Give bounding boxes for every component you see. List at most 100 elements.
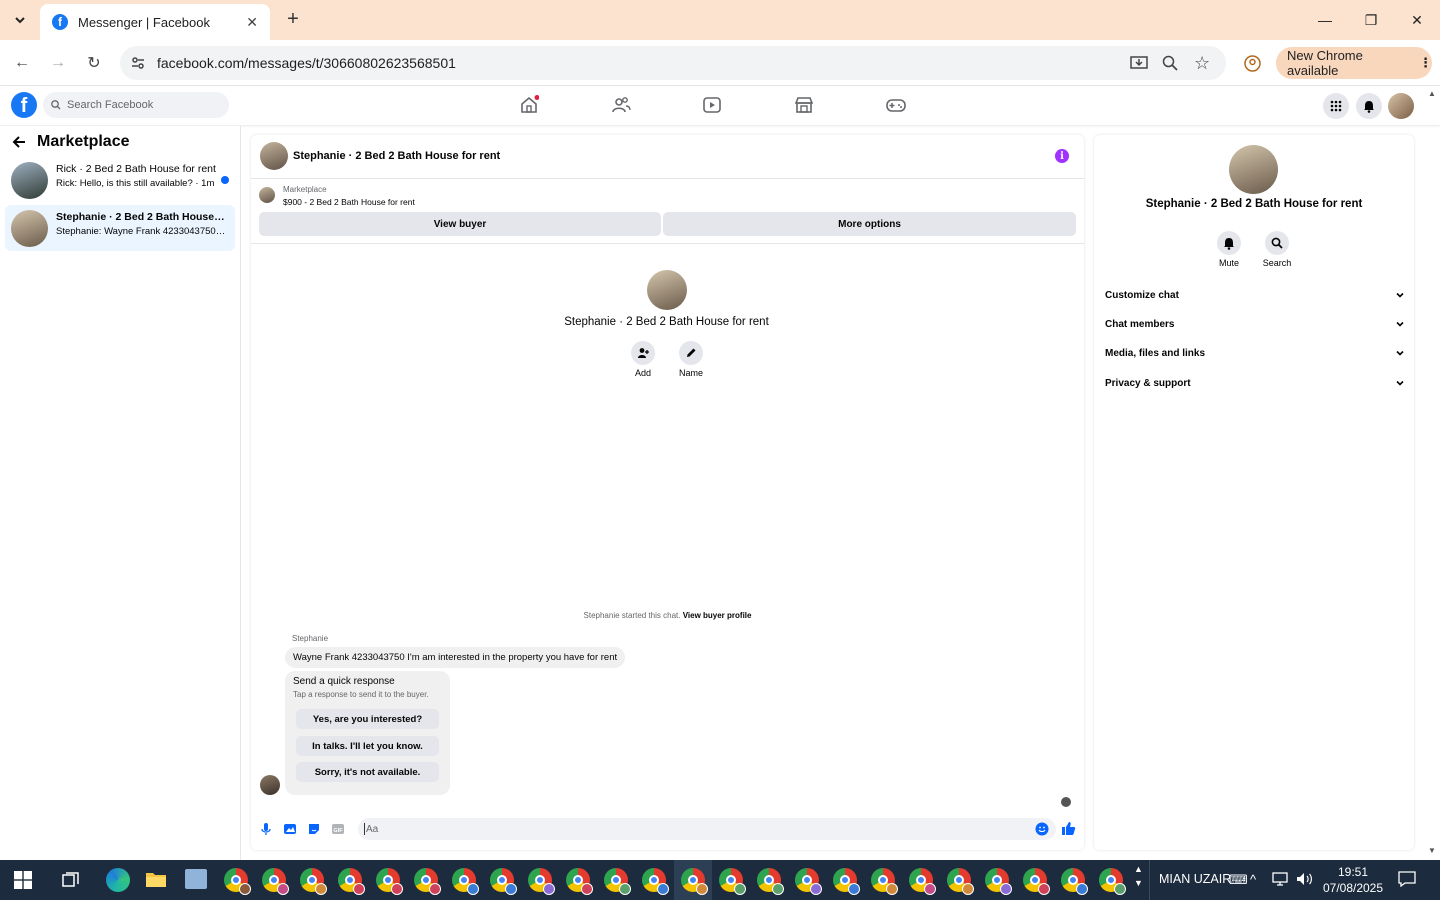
conversation-item-rick[interactable]: Rick · 2 Bed 2 Bath House for rent Rick:…: [5, 157, 235, 203]
chrome-taskbar-icon[interactable]: [224, 868, 251, 895]
quick-response-button[interactable]: Yes, are you interested?: [296, 709, 439, 729]
scroll-up-arrow-icon[interactable]: ▲: [1428, 89, 1436, 98]
seen-indicator-avatar: [1061, 797, 1071, 807]
new-chrome-available-button[interactable]: New Chrome available ⋮: [1276, 47, 1432, 79]
keyboard-layout-icon[interactable]: ⌨: [1229, 872, 1248, 888]
reload-icon[interactable]: ↻: [82, 51, 106, 75]
chrome-taskbar-icon[interactable]: [1023, 868, 1050, 895]
chrome-taskbar-icon[interactable]: [909, 868, 936, 895]
photo-icon[interactable]: [283, 822, 297, 836]
mute-bell-icon[interactable]: [1217, 231, 1241, 255]
conversation-avatar: [11, 210, 48, 247]
chrome-taskbar-icon[interactable]: [566, 868, 593, 895]
restore-icon[interactable]: ❐: [1358, 8, 1384, 32]
chrome-taskbar-icon[interactable]: [947, 868, 974, 895]
notifications-bell-icon[interactable]: [1356, 93, 1382, 119]
friends-icon[interactable]: [611, 95, 631, 115]
chat-header-title[interactable]: Stephanie · 2 Bed 2 Bath House for rent: [293, 150, 500, 162]
chrome-taskbar-icon[interactable]: [871, 868, 898, 895]
facebook-search-input[interactable]: Search Facebook: [43, 92, 229, 118]
chrome-taskbar-icon[interactable]: [833, 868, 860, 895]
chrome-taskbar-icon[interactable]: [681, 868, 708, 895]
tab-search-button[interactable]: [8, 8, 32, 32]
emoji-icon[interactable]: [1035, 822, 1049, 836]
video-icon[interactable]: [702, 95, 722, 115]
chat-info-panel: [1094, 135, 1414, 850]
chrome-taskbar-icon[interactable]: [262, 868, 289, 895]
chrome-taskbar-icon[interactable]: [528, 868, 555, 895]
windows-start-icon[interactable]: [14, 871, 32, 889]
menu-grid-icon[interactable]: [1323, 93, 1349, 119]
customize-chat-section[interactable]: Customize chat: [1105, 285, 1405, 305]
volume-icon[interactable]: [1296, 872, 1314, 886]
message-bubble[interactable]: Wayne Frank 4233043750 I'm am interested…: [285, 647, 626, 668]
chrome-taskbar-icon[interactable]: [490, 868, 517, 895]
marketplace-icon[interactable]: [794, 95, 814, 115]
chrome-menu-icon[interactable]: ⋮: [1419, 55, 1432, 71]
chrome-taskbar-icon[interactable]: [1099, 868, 1126, 895]
file-explorer-icon[interactable]: [145, 870, 167, 888]
scroll-down-arrow-icon[interactable]: ▼: [1428, 846, 1436, 855]
chrome-taskbar-icon[interactable]: [795, 868, 822, 895]
search-in-chat-icon[interactable]: [1265, 231, 1289, 255]
gif-icon[interactable]: GIF: [331, 822, 345, 836]
account-avatar[interactable]: [1388, 93, 1414, 119]
back-arrow-icon[interactable]: [12, 135, 26, 149]
show-hidden-icons-icon[interactable]: ^: [1250, 872, 1256, 887]
new-tab-button[interactable]: +: [282, 8, 304, 30]
taskbar-clock[interactable]: 19:51 07/08/2025: [1322, 864, 1384, 896]
chrome-taskbar-icon[interactable]: [338, 868, 365, 895]
install-app-icon[interactable]: [1130, 55, 1148, 71]
quick-response-button[interactable]: Sorry, it's not available.: [296, 762, 439, 782]
conversation-item-stephanie[interactable]: Stephanie · 2 Bed 2 Bath House for rent …: [5, 205, 235, 251]
address-bar[interactable]: facebook.com/messages/t/3066080262356850…: [120, 46, 1226, 80]
info-icon[interactable]: i: [1055, 149, 1069, 163]
app-icon[interactable]: [185, 869, 207, 889]
media-files-links-section[interactable]: Media, files and links: [1105, 343, 1405, 363]
chrome-taskbar-icon[interactable]: [604, 868, 631, 895]
message-input[interactable]: Aa: [358, 818, 1056, 840]
privacy-support-section[interactable]: Privacy & support: [1105, 373, 1405, 393]
chrome-taskbar-icon[interactable]: [1061, 868, 1088, 895]
profile-icon[interactable]: [1244, 55, 1261, 72]
gaming-icon[interactable]: [886, 95, 906, 115]
notification-center-icon[interactable]: [1398, 871, 1416, 887]
microphone-icon[interactable]: [259, 822, 273, 836]
task-view-icon[interactable]: [62, 872, 80, 888]
listing-source-label: Marketplace: [283, 185, 327, 194]
chrome-taskbar-icon[interactable]: [414, 868, 441, 895]
bookmark-star-icon[interactable]: ☆: [1194, 53, 1210, 74]
chrome-taskbar-icon[interactable]: [452, 868, 479, 895]
forward-icon[interactable]: →: [46, 51, 70, 75]
chrome-taskbar-icon[interactable]: [376, 868, 403, 895]
edge-icon[interactable]: [106, 868, 130, 892]
add-person-icon[interactable]: [631, 341, 655, 365]
minimize-icon[interactable]: —: [1312, 8, 1338, 32]
chrome-taskbar-icon[interactable]: [300, 868, 327, 895]
chat-members-section[interactable]: Chat members: [1105, 314, 1405, 334]
chrome-taskbar-icon[interactable]: [985, 868, 1012, 895]
facebook-logo-icon[interactable]: f: [11, 92, 37, 118]
back-icon[interactable]: ←: [10, 51, 34, 75]
taskbar-user-name[interactable]: MIAN UZAIR: [1159, 872, 1231, 886]
site-settings-icon[interactable]: [130, 55, 146, 71]
network-icon[interactable]: [1272, 872, 1288, 886]
close-tab-icon[interactable]: ✕: [246, 14, 258, 31]
zoom-icon[interactable]: [1162, 55, 1178, 71]
edit-name-icon[interactable]: [679, 341, 703, 365]
chrome-taskbar-icon[interactable]: [719, 868, 746, 895]
chrome-taskbar-icon[interactable]: [757, 868, 784, 895]
view-buyer-profile-link[interactable]: View buyer profile: [683, 611, 752, 620]
quick-response-button[interactable]: In talks. I'll let you know.: [296, 736, 439, 756]
browser-tab-active[interactable]: f Messenger | Facebook ✕: [40, 4, 270, 40]
thumbs-up-icon[interactable]: [1061, 821, 1076, 836]
listing-title[interactable]: $900 - 2 Bed 2 Bath House for rent: [283, 197, 415, 207]
chrome-taskbar-icon[interactable]: [642, 868, 669, 895]
sticker-icon[interactable]: [307, 822, 321, 836]
home-icon[interactable]: [519, 95, 539, 115]
more-options-button[interactable]: More options: [663, 212, 1076, 236]
close-window-icon[interactable]: ✕: [1404, 8, 1430, 32]
taskbar-scroll-arrows-icon[interactable]: ▲ ▼: [1134, 862, 1143, 890]
chat-header-avatar[interactable]: [260, 142, 288, 170]
view-buyer-button[interactable]: View buyer: [259, 212, 661, 236]
